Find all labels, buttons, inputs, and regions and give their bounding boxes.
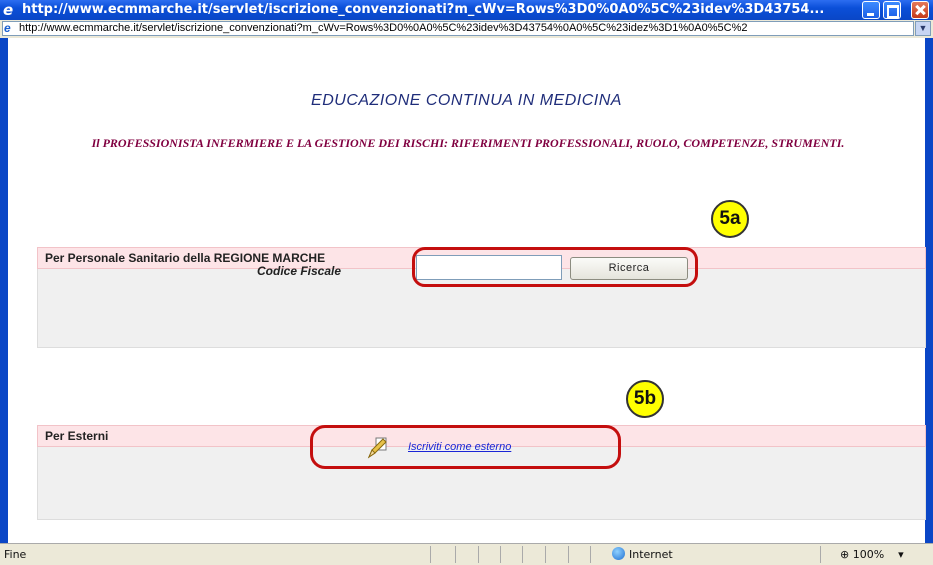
status-divider — [455, 546, 456, 563]
codice-fiscale-label: Codice Fiscale — [257, 264, 342, 278]
step-badge-5a: 5a — [711, 200, 749, 238]
window-title-bar: e http://www.ecmmarche.it/servlet/iscriz… — [0, 0, 933, 20]
address-field[interactable]: e http://www.ecmmarche.it/servlet/iscrizi… — [2, 21, 914, 36]
window-border-left — [0, 38, 8, 543]
security-zone: Internet — [612, 544, 673, 565]
globe-icon — [612, 547, 625, 560]
status-divider — [545, 546, 546, 563]
page-heading: EDUCAZIONE CONTINUA IN MEDICINA — [311, 92, 622, 109]
ie-logo-icon: e — [3, 1, 14, 19]
status-divider — [590, 546, 591, 563]
zoom-control[interactable]: ⊕ 100% ▾ — [840, 544, 904, 565]
status-divider — [478, 546, 479, 563]
status-divider — [522, 546, 523, 563]
close-button[interactable] — [911, 1, 929, 19]
register-external-link[interactable]: Iscriviti come esterno — [408, 441, 511, 453]
course-title: Il PROFESSIONISTA INFERMIERE E LA GESTIO… — [91, 136, 845, 150]
step-badge-5b: 5b — [626, 380, 664, 418]
pencil-icon[interactable] — [364, 435, 390, 461]
maximize-button[interactable] — [883, 1, 901, 19]
window-border-right — [925, 38, 933, 543]
zone-label: Internet — [629, 548, 673, 561]
address-bar: e http://www.ecmmarche.it/servlet/iscrizi… — [0, 20, 933, 39]
zoom-level: 100% — [852, 548, 885, 561]
zoom-dropdown-icon[interactable]: ▾ — [898, 548, 904, 561]
minimize-button[interactable] — [862, 1, 880, 19]
status-bar: Fine Internet ⊕ 100% ▾ — [0, 543, 933, 565]
magnifier-icon: ⊕ — [840, 548, 853, 561]
address-dropdown-button[interactable]: ▼ — [915, 21, 931, 36]
page-icon: e — [4, 21, 11, 35]
highlight-search-area — [412, 247, 698, 287]
address-url: http://www.ecmmarche.it/servlet/iscrizio… — [19, 22, 748, 34]
status-divider — [820, 546, 821, 563]
window-title: http://www.ecmmarche.it/servlet/iscrizio… — [22, 2, 825, 17]
status-divider — [568, 546, 569, 563]
status-divider — [430, 546, 431, 563]
status-text: Fine — [4, 548, 27, 561]
status-divider — [500, 546, 501, 563]
